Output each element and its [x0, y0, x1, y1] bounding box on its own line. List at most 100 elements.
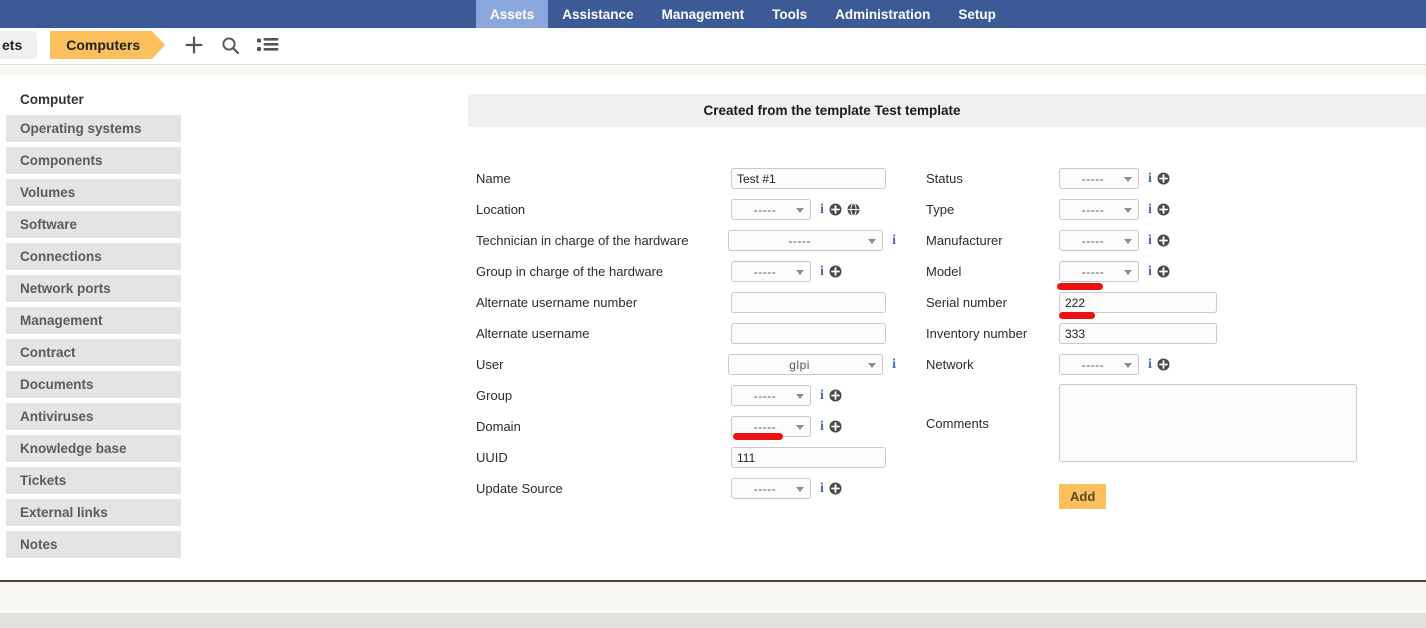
topnav-item-administration[interactable]: Administration	[821, 0, 944, 28]
plus-icon[interactable]	[184, 35, 204, 55]
info-icon[interactable]: i	[820, 264, 824, 279]
field-label-user: User	[476, 357, 504, 372]
plus-circle-icon[interactable]	[1157, 265, 1170, 278]
info-icon[interactable]: i	[1148, 357, 1152, 372]
chevron-down-icon	[1124, 207, 1132, 213]
sidebar-item-connections[interactable]: Connections	[6, 243, 181, 270]
technician-dropdown[interactable]: -----	[728, 230, 884, 251]
field-label-location: Location	[476, 202, 526, 217]
sidebar-item-documents[interactable]: Documents	[6, 371, 181, 398]
sidebar-item-knowledge-base[interactable]: Knowledge base	[6, 435, 181, 462]
update-source-dropdown-value: -----	[753, 481, 777, 496]
info-icon[interactable]: i	[820, 388, 824, 403]
plus-circle-icon[interactable]	[1157, 234, 1170, 247]
topnav-item-tools[interactable]: Tools	[758, 0, 821, 28]
sidebar-item-volumes[interactable]: Volumes	[6, 179, 181, 206]
topnav-spacer	[0, 0, 476, 28]
model-dropdown[interactable]: -----	[1059, 261, 1139, 282]
plus-circle-icon[interactable]	[1157, 358, 1170, 371]
info-icon[interactable]: i	[820, 202, 824, 217]
sidebar-item-external-links[interactable]: External links	[6, 499, 181, 526]
manufacturer-dropdown-value: -----	[1081, 233, 1105, 248]
group-field-icons: i	[820, 388, 842, 403]
info-icon[interactable]: i	[892, 233, 896, 248]
breadcrumb-item-assets[interactable]: ets	[0, 31, 48, 59]
update-source-field-icons: i	[820, 481, 842, 496]
topnav-item-assets[interactable]: Assets	[476, 0, 549, 28]
field-label-type: Type	[926, 202, 955, 217]
sidebar-item-components[interactable]: Components	[6, 147, 181, 174]
chevron-down-icon	[796, 424, 804, 430]
sidebar-item-contract[interactable]: Contract	[6, 339, 181, 366]
sidebar-item-tickets[interactable]: Tickets	[6, 467, 181, 494]
network-dropdown[interactable]: -----	[1059, 354, 1139, 375]
plus-circle-icon[interactable]	[829, 265, 842, 278]
model-dropdown-value: -----	[1081, 264, 1105, 279]
sidebar-item-notes[interactable]: Notes	[6, 531, 181, 558]
computer-form-panel: Created from the template Test template …	[468, 94, 1426, 509]
info-icon[interactable]: i	[1148, 233, 1152, 248]
sidebar-item-software[interactable]: Software	[6, 211, 181, 238]
plus-circle-icon[interactable]	[829, 420, 842, 433]
network-dropdown-value: -----	[1081, 357, 1105, 372]
update-source-dropdown[interactable]: -----	[731, 478, 811, 499]
type-dropdown[interactable]: -----	[1059, 199, 1139, 220]
search-icon[interactable]	[221, 36, 240, 55]
breadcrumb: ets Computers	[0, 28, 1426, 62]
field-row-model: Model ----- i	[926, 256, 1396, 287]
inventory-number-input[interactable]	[1059, 323, 1217, 344]
manufacturer-dropdown[interactable]: -----	[1059, 230, 1139, 251]
domain-field-icons: i	[820, 419, 842, 434]
plus-circle-icon[interactable]	[829, 482, 842, 495]
field-label-comments: Comments	[926, 415, 989, 431]
globe-icon[interactable]	[847, 203, 860, 216]
plus-circle-icon[interactable]	[1157, 172, 1170, 185]
list-view-icon[interactable]	[257, 37, 279, 53]
field-label-uuid: UUID	[476, 450, 508, 465]
group-dropdown-value: -----	[753, 388, 777, 403]
field-row-name: Name	[476, 163, 896, 194]
info-icon[interactable]: i	[820, 481, 824, 496]
uuid-input[interactable]	[731, 447, 886, 468]
breadcrumb-item-computers[interactable]: Computers	[37, 31, 166, 59]
alternate-username-input[interactable]	[731, 323, 886, 344]
field-row-domain: Domain ----- i	[476, 411, 896, 442]
field-label-manufacturer: Manufacturer	[926, 233, 1003, 248]
field-row-alternate-username-number: Alternate username number	[476, 287, 896, 318]
sidebar-item-management[interactable]: Management	[6, 307, 181, 334]
sidebar-item-operating-systems[interactable]: Operating systems	[6, 115, 181, 142]
info-icon[interactable]: i	[892, 357, 896, 372]
field-row-comments: Comments	[926, 380, 1396, 466]
group-in-charge-dropdown[interactable]: -----	[731, 261, 811, 282]
chevron-down-icon	[796, 486, 804, 492]
sidebar-item-label: Management	[20, 313, 103, 328]
info-icon[interactable]: i	[1148, 264, 1152, 279]
topnav-item-setup[interactable]: Setup	[944, 0, 1010, 28]
serial-number-input[interactable]	[1059, 292, 1217, 313]
sidebar-item-label: Components	[20, 153, 103, 168]
plus-circle-icon[interactable]	[1157, 203, 1170, 216]
add-button[interactable]: Add	[1059, 484, 1107, 509]
breadcrumb-current-label: Computers	[66, 37, 141, 53]
status-dropdown[interactable]: -----	[1059, 168, 1139, 189]
info-icon[interactable]: i	[1148, 202, 1152, 217]
topnav-item-management[interactable]: Management	[648, 0, 759, 28]
comments-textarea[interactable]	[1059, 384, 1357, 462]
name-input[interactable]	[731, 168, 886, 189]
group-dropdown[interactable]: -----	[731, 385, 811, 406]
location-dropdown[interactable]: -----	[731, 199, 811, 220]
status-field-icons: i	[1148, 171, 1170, 186]
sidebar-item-antiviruses[interactable]: Antiviruses	[6, 403, 181, 430]
plus-circle-icon[interactable]	[829, 389, 842, 402]
inventory-number-underline-annotation	[1059, 312, 1095, 319]
alternate-username-number-input[interactable]	[731, 292, 886, 313]
sidebar-item-label: Tickets	[20, 473, 67, 488]
chevron-down-icon	[796, 207, 804, 213]
sidebar-item-network-ports[interactable]: Network ports	[6, 275, 181, 302]
info-icon[interactable]: i	[820, 419, 824, 434]
user-dropdown[interactable]: glpi	[728, 354, 884, 375]
topnav-item-assistance[interactable]: Assistance	[548, 0, 647, 28]
plus-circle-icon[interactable]	[829, 203, 842, 216]
technician-dropdown-value: -----	[788, 233, 811, 248]
info-icon[interactable]: i	[1148, 171, 1152, 186]
